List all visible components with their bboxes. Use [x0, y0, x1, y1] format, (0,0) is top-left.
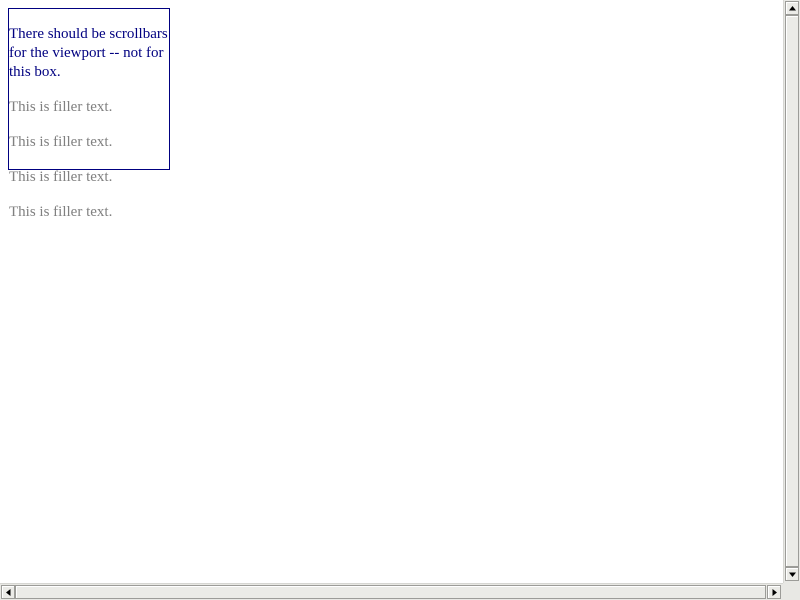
arrow-right-icon [772, 589, 777, 596]
filler-text-3: This is filler text. [9, 169, 113, 185]
scroll-right-button[interactable] [767, 585, 781, 599]
horizontal-scroll-thumb[interactable] [15, 585, 766, 599]
arrow-up-icon [789, 6, 796, 11]
scrollbar-corner [783, 583, 800, 600]
scroll-up-button[interactable] [785, 1, 799, 15]
viewport: There should be scrollbars for the viewp… [0, 0, 783, 583]
filler-text-1: This is filler text. [9, 99, 113, 115]
intro-text: There should be scrollbars for the viewp… [9, 26, 168, 80]
scroll-left-button[interactable] [1, 585, 15, 599]
content-box: There should be scrollbars for the viewp… [8, 8, 170, 220]
scroll-down-button[interactable] [785, 567, 799, 581]
vertical-scrollbar[interactable] [783, 0, 800, 583]
arrow-down-icon [789, 572, 796, 577]
vertical-scroll-thumb[interactable] [785, 15, 799, 567]
arrow-left-icon [6, 589, 11, 596]
horizontal-scrollbar[interactable] [0, 583, 783, 600]
filler-text-2: This is filler text. [9, 134, 113, 150]
filler-text-4: This is filler text. [9, 204, 113, 220]
